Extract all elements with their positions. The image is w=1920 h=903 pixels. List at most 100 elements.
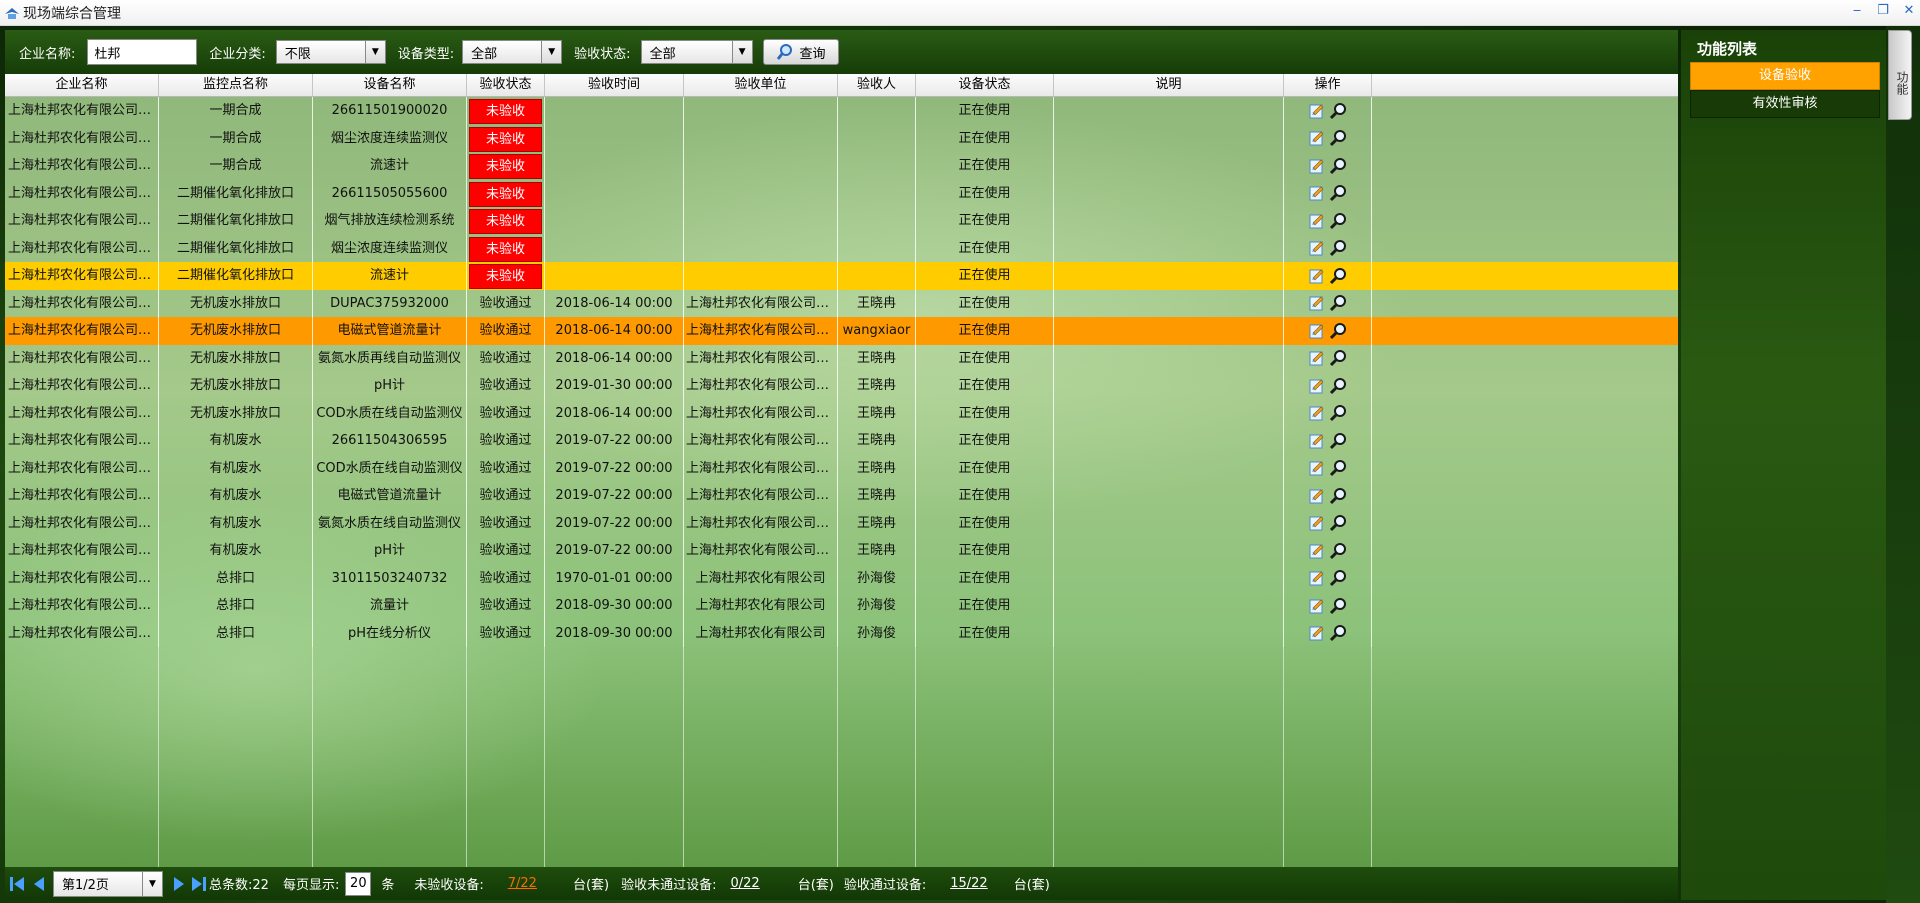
prev-page-icon[interactable]	[31, 875, 47, 893]
edit-icon[interactable]	[1308, 239, 1326, 257]
company-category-select[interactable]: 不限 ▼	[275, 40, 386, 64]
last-page-icon[interactable]	[191, 875, 207, 893]
column-header[interactable]: 说明	[1054, 74, 1284, 96]
search-icon[interactable]	[1329, 597, 1347, 615]
edit-icon[interactable]	[1308, 102, 1326, 120]
minimize-icon[interactable]: ‒	[1850, 4, 1864, 18]
column-header[interactable]: 企业名称	[5, 74, 159, 96]
table-row[interactable]: 上海杜邦农化有限公司化工区厂有机废水26611504306595验收通过2019…	[5, 427, 1678, 455]
edit-icon[interactable]	[1308, 349, 1326, 367]
query-button[interactable]: 查询	[762, 39, 839, 65]
table-row[interactable]: 上海杜邦农化有限公司化工区厂无机废水排放口COD水质在线自动监测仪验收通过201…	[5, 399, 1678, 427]
search-icon[interactable]	[1329, 542, 1347, 560]
search-icon[interactable]	[1329, 267, 1347, 285]
search-icon[interactable]	[1329, 459, 1347, 477]
search-icon[interactable]	[1329, 102, 1347, 120]
chevron-down-icon[interactable]: ▼	[364, 41, 385, 63]
accept-status-select[interactable]: 全部 ▼	[640, 40, 753, 64]
column-header[interactable]: 设备名称	[313, 74, 467, 96]
column-header[interactable]: 监控点名称	[159, 74, 313, 96]
search-icon[interactable]	[1329, 624, 1347, 642]
edit-icon[interactable]	[1308, 294, 1326, 312]
table-row[interactable]: 上海杜邦农化有限公司化工区厂无机废水排放口pH计验收通过2019-01-30 0…	[5, 372, 1678, 400]
table-row[interactable]: 上海杜邦农化有限公司化工区厂二期催化氧化排放口烟气排放连续检测系统 未验收 正在使用	[5, 207, 1678, 235]
failed-count-link[interactable]: 0/22	[730, 876, 759, 891]
column-header[interactable]: 验收时间	[545, 74, 684, 96]
table-row[interactable]: 上海杜邦农化有限公司（浦东）总排口31011503240732验收通过1970-…	[5, 564, 1678, 592]
search-icon[interactable]	[1329, 377, 1347, 395]
page-size-label: 每页显示:	[282, 878, 340, 893]
next-page-icon[interactable]	[171, 875, 187, 893]
unaccepted-count-link[interactable]: 7/22	[508, 876, 537, 891]
column-header[interactable]: 验收人	[838, 74, 916, 96]
restore-icon[interactable]: ❐	[1876, 4, 1890, 18]
page-size-input[interactable]: 20	[345, 871, 372, 896]
edit-icon[interactable]	[1308, 157, 1326, 175]
search-icon[interactable]	[1329, 184, 1347, 202]
table-row[interactable]: 上海杜邦农化有限公司（浦东）总排口pH在线分析仪验收通过2018-09-30 0…	[5, 619, 1678, 647]
close-icon[interactable]: ✕	[1902, 4, 1916, 18]
edit-icon[interactable]	[1308, 184, 1326, 202]
passed-count-link[interactable]: 15/22	[950, 876, 987, 891]
search-icon[interactable]	[1329, 129, 1347, 147]
table-row[interactable]: 上海杜邦农化有限公司化工区厂无机废水排放口DUPAC375932000验收通过2…	[5, 289, 1678, 317]
table-row[interactable]: 上海杜邦农化有限公司化工区厂有机废水电磁式管道流量计验收通过2019-07-22…	[5, 482, 1678, 510]
search-icon[interactable]	[1329, 157, 1347, 175]
search-icon[interactable]	[1329, 322, 1347, 340]
edit-icon[interactable]	[1308, 212, 1326, 230]
table-row[interactable]: 上海杜邦农化有限公司化工区厂一期合成26611501900020 未验收 正在使用	[5, 97, 1678, 125]
edit-icon[interactable]	[1308, 487, 1326, 505]
chevron-down-icon[interactable]: ▼	[731, 41, 752, 63]
edit-icon[interactable]	[1308, 514, 1326, 532]
search-icon[interactable]	[1329, 404, 1347, 422]
company-name-input[interactable]: 杜邦	[87, 39, 198, 65]
edit-icon[interactable]	[1308, 404, 1326, 422]
column-header[interactable]: 验收单位	[684, 74, 838, 96]
search-icon[interactable]	[1329, 514, 1347, 532]
search-icon[interactable]	[1329, 212, 1347, 230]
search-icon[interactable]	[1329, 239, 1347, 257]
function-panel-title: 功能列表	[1697, 40, 1758, 58]
device-name-cell: 电磁式管道流量计	[313, 482, 467, 510]
edit-icon[interactable]	[1308, 322, 1326, 340]
panel-item-device-acceptance[interactable]: 设备验收	[1690, 62, 1880, 90]
edit-icon[interactable]	[1308, 129, 1326, 147]
table-row[interactable]: 上海杜邦农化有限公司化工区厂有机废水COD水质在线自动监测仪验收通过2019-0…	[5, 454, 1678, 482]
search-icon[interactable]	[1329, 349, 1347, 367]
search-icon[interactable]	[1329, 294, 1347, 312]
column-header[interactable]: 设备状态	[916, 74, 1054, 96]
table-row[interactable]: 上海杜邦农化有限公司化工区厂有机废水氨氮水质在线自动监测仪验收通过2019-07…	[5, 509, 1678, 537]
accept-unit-cell	[684, 124, 838, 152]
table-row[interactable]: 上海杜邦农化有限公司化工区厂二期催化氧化排放口烟尘浓度连续监测仪 未验收 正在使用	[5, 234, 1678, 262]
function-side-tab[interactable]: 功能	[1888, 30, 1912, 120]
table-row[interactable]: 上海杜邦农化有限公司化工区厂二期催化氧化排放口26611505055600 未验收…	[5, 179, 1678, 207]
table-row[interactable]: 上海杜邦农化有限公司化工区厂一期合成烟尘浓度连续监测仪 未验收 正在使用	[5, 124, 1678, 152]
page-select[interactable]: 第1/2页 ▼	[53, 870, 163, 897]
table-row[interactable]: 上海杜邦农化有限公司化工区厂有机废水pH计验收通过2019-07-22 00:0…	[5, 537, 1678, 565]
edit-icon[interactable]	[1308, 597, 1326, 615]
edit-icon[interactable]	[1308, 459, 1326, 477]
edit-icon[interactable]	[1308, 542, 1326, 560]
table-row[interactable]: 上海杜邦农化有限公司（浦东）总排口流量计验收通过2018-09-30 00:00…	[5, 592, 1678, 620]
edit-icon[interactable]	[1308, 569, 1326, 587]
chevron-down-icon[interactable]: ▼	[142, 871, 162, 896]
table-row[interactable]: 上海杜邦农化有限公司化工区厂二期催化氧化排放口流速计 未验收 正在使用	[5, 262, 1678, 290]
status-text: 未验收	[485, 241, 525, 257]
column-header[interactable]: 验收状态	[467, 74, 545, 96]
edit-icon[interactable]	[1308, 377, 1326, 395]
device-type-select[interactable]: 全部 ▼	[462, 40, 563, 64]
edit-icon[interactable]	[1308, 432, 1326, 450]
column-header[interactable]: 操作	[1284, 74, 1372, 96]
panel-item-validity-review[interactable]: 有效性审核	[1690, 90, 1880, 118]
table-row[interactable]: 上海杜邦农化有限公司化工区厂一期合成流速计 未验收 正在使用	[5, 152, 1678, 180]
chevron-down-icon[interactable]: ▼	[541, 41, 562, 63]
search-icon[interactable]	[1329, 487, 1347, 505]
search-icon[interactable]	[1329, 432, 1347, 450]
first-page-icon[interactable]	[9, 875, 25, 893]
edit-icon[interactable]	[1308, 624, 1326, 642]
search-icon[interactable]	[1329, 569, 1347, 587]
table-row[interactable]: 上海杜邦农化有限公司化工区厂无机废水排放口氨氮水质再线自动监测仪验收通过2018…	[5, 344, 1678, 372]
table-row[interactable]: 上海杜邦农化有限公司化工区厂无机废水排放口电磁式管道流量计验收通过2018-06…	[5, 317, 1678, 345]
edit-icon[interactable]	[1308, 267, 1326, 285]
device-status-cell: 正在使用	[916, 372, 1054, 400]
